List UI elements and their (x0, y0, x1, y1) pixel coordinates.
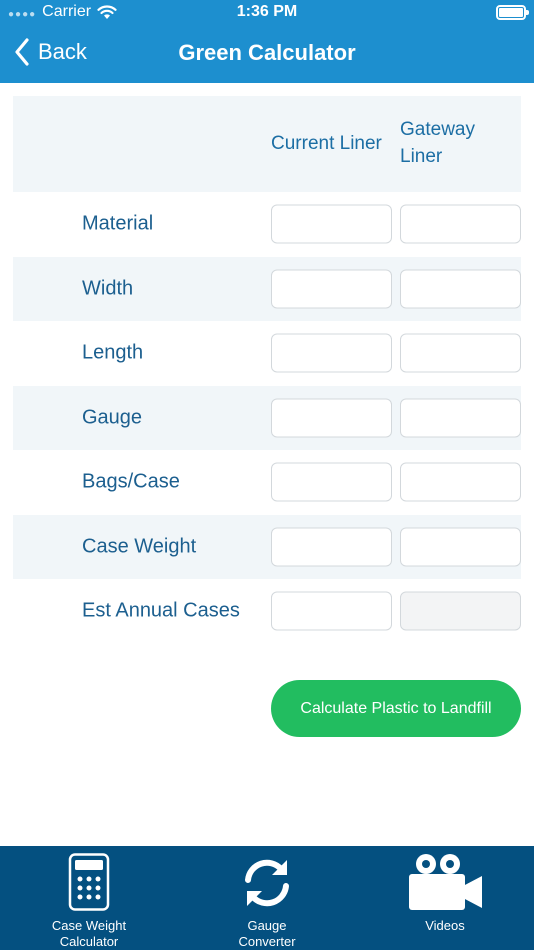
tab-videos[interactable]: Videos (356, 846, 534, 950)
bags-case-gateway-field[interactable] (400, 462, 521, 502)
nav-bar: Back Green Calculator (0, 26, 534, 83)
length-gateway-field[interactable] (400, 333, 521, 373)
tab-label-line1: Case Weight (51, 918, 127, 933)
gauge-gateway-field[interactable] (400, 398, 521, 438)
row-label: Width (82, 277, 134, 300)
bags-case-current-field[interactable] (271, 462, 392, 502)
app-header: ●●●● Carrier 1:36 PM Back Green Calculat… (0, 0, 534, 83)
calculator-table: Current Liner Gateway Liner Material Wid… (13, 96, 521, 644)
tab-label: Gauge Converter (178, 918, 356, 950)
table-row-case-weight: Case Weight (13, 514, 521, 579)
video-camera-icon (409, 854, 482, 910)
calculate-button-label: Calculate Plastic to Landfill (300, 699, 492, 717)
material-current-field[interactable] (271, 204, 392, 244)
material-gateway-field[interactable] (400, 204, 521, 244)
page-title: Green Calculator (178, 40, 356, 65)
tab-label-line2: Calculator (59, 934, 119, 949)
row-label: Material (82, 212, 154, 235)
length-current-field[interactable] (271, 333, 392, 373)
width-gateway-field[interactable] (400, 269, 521, 309)
row-label: Case Weight (82, 535, 197, 558)
tab-label-line2: Converter (238, 934, 296, 949)
row-label: Length (82, 341, 144, 364)
status-bar: ●●●● Carrier 1:36 PM (0, 0, 534, 26)
tab-label: Case Weight Calculator (0, 918, 178, 950)
battery-icon (496, 5, 529, 20)
status-time: 1:36 PM (236, 3, 298, 20)
case-weight-gateway-field[interactable] (400, 527, 521, 567)
gauge-current-field[interactable] (271, 398, 392, 438)
tab-bar: Case Weight Calculator Gauge Converter V… (0, 846, 534, 950)
refresh-icon (245, 859, 289, 907)
est-annual-cases-gateway-field (400, 591, 521, 631)
tab-label-line1: Videos (425, 918, 465, 933)
table-row-length: Length (13, 321, 521, 386)
calculate-plastic-button[interactable]: Calculate Plastic to Landfill (271, 680, 521, 737)
column-header-current-liner: Current Liner (271, 133, 382, 154)
row-label: Gauge (82, 406, 143, 429)
table-row-bags-case: Bags/Case (13, 450, 521, 515)
width-current-field[interactable] (271, 269, 392, 309)
column-header-gateway-liner: Gateway Liner (400, 119, 475, 167)
tab-case-weight-calculator[interactable]: Case Weight Calculator (0, 846, 178, 950)
calculator-icon (68, 853, 110, 911)
table-row-material: Material (13, 192, 521, 257)
table-row-est-annual-cases: Est Annual Cases (13, 579, 521, 644)
table-row-gauge: Gauge (13, 385, 521, 450)
est-annual-cases-current-field[interactable] (271, 591, 392, 631)
tab-gauge-converter[interactable]: Gauge Converter (178, 846, 356, 950)
row-label: Bags/Case (82, 470, 180, 493)
table-row-width: Width (13, 256, 521, 321)
table-header-row: Current Liner Gateway Liner (13, 96, 521, 192)
tab-label: Videos (356, 918, 534, 934)
tab-label-line1: Gauge (247, 918, 287, 933)
case-weight-current-field[interactable] (271, 527, 392, 567)
row-label: Est Annual Cases (82, 599, 240, 622)
